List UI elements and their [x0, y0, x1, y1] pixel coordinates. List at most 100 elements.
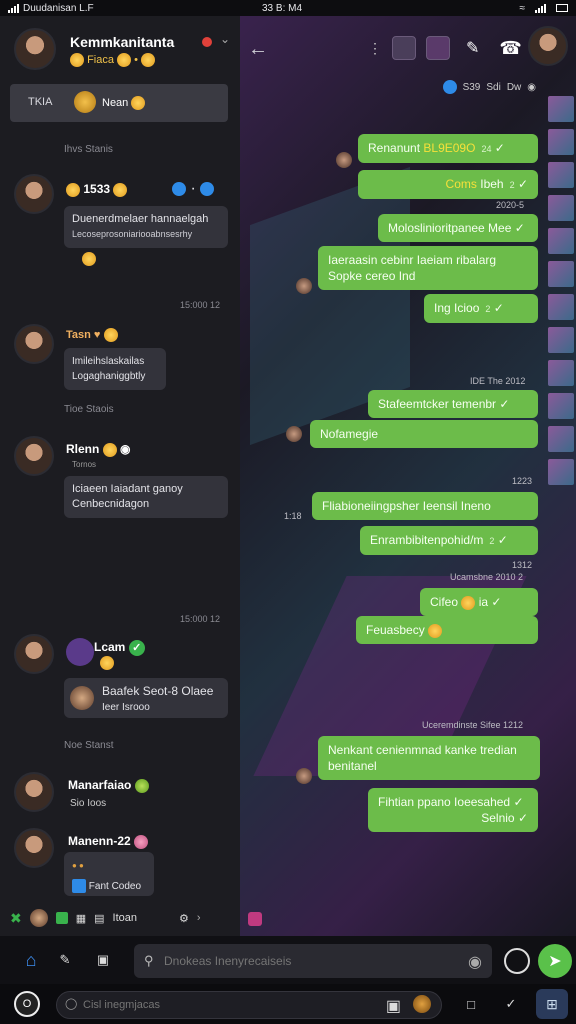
- profile-title: Kemmkanitanta: [70, 34, 175, 50]
- chat-preview: Duenerdmelaer hannaelgah Lecoseprosoniar…: [64, 206, 228, 248]
- chat-list-item[interactable]: Lcam ✓ Baafek Seot-8 Olaee Ieer Isrooo: [0, 634, 240, 734]
- conversation-panel: ← ⋮ ✎ ☎ S39 Sdi Dw ◉ Renanunt BL9E09O 24…: [240, 16, 576, 936]
- camera-icon[interactable]: ▣: [92, 949, 114, 971]
- cell-signal-icon: [535, 3, 546, 13]
- sender-avatar: [286, 426, 302, 442]
- badge-icon: [442, 80, 457, 94]
- message-input-box[interactable]: ⚲ ◉: [134, 944, 492, 978]
- wifi-icon: ≈: [519, 2, 526, 14]
- chat-preview: ● ● Fant Codeo: [64, 852, 154, 896]
- message-bubble[interactable]: Feuasbecy: [356, 616, 538, 644]
- send-icon[interactable]: ➤: [538, 944, 572, 978]
- preview-avatar: [70, 686, 94, 710]
- attach-icon[interactable]: ✎: [466, 38, 479, 58]
- chat-list-item[interactable]: Tasn ♥ Imileihslaskailas Logaghaniggbtly: [0, 322, 240, 412]
- media-thumbnail[interactable]: [548, 459, 574, 485]
- chevron-down-icon[interactable]: ⌄: [220, 32, 230, 46]
- chat-list-item[interactable]: Manarfaiao Sio Ioos: [0, 772, 240, 822]
- gallery-icon[interactable]: [426, 36, 450, 60]
- chat-list-footer: ✖ ▦ ▤ Itoan ⚙ ›: [10, 906, 235, 930]
- chat-preview: Sio Ioos: [70, 798, 107, 809]
- message-bubble[interactable]: Renanunt BL9E09O 24 ✓: [358, 134, 538, 163]
- profile-avatar[interactable]: [14, 28, 56, 70]
- media-thumbnail[interactable]: [548, 228, 574, 254]
- emoji-icon: [113, 182, 128, 197]
- chat-avatar: [14, 772, 54, 812]
- message-bubble[interactable]: Moloslinioritpanee Mee ✓: [378, 214, 538, 242]
- chat-meta: Tornos: [72, 460, 97, 469]
- home-icon[interactable]: ⌂: [20, 949, 42, 971]
- verified-icon: [200, 181, 215, 196]
- message-bubble[interactable]: Coms Ibeh 2 ✓: [358, 170, 538, 199]
- chat-list-item[interactable]: Rlenn ◉ Tornos Iciaeen Iaiadant ganoy Ce…: [0, 436, 240, 546]
- document-icon[interactable]: □: [460, 993, 482, 1015]
- media-thumbnail[interactable]: [548, 360, 574, 386]
- signal-icon: [8, 3, 19, 13]
- record-icon[interactable]: O: [14, 991, 40, 1017]
- more-vertical-icon[interactable]: ⋮: [368, 40, 382, 57]
- media-thumbnail[interactable]: [548, 393, 574, 419]
- clock: 33 B: M4: [262, 2, 303, 14]
- message-bubble[interactable]: Enrambibitenpohid/m 2 ✓: [360, 526, 538, 555]
- settings-icon[interactable]: ⚙: [179, 912, 189, 925]
- secondary-input-box[interactable]: ◯ ▣: [56, 991, 442, 1019]
- chat-avatar: [14, 174, 54, 214]
- contact-avatar[interactable]: [528, 26, 568, 66]
- chat-name: Manenn-22: [68, 834, 149, 849]
- mini-avatar[interactable]: [29, 909, 48, 927]
- secondary-input[interactable]: [83, 992, 383, 1018]
- date-separator: Tioe Staois: [64, 404, 114, 415]
- verified-icon: [172, 181, 186, 196]
- message-date: 2020-5: [496, 200, 525, 210]
- media-thumbnail[interactable]: [548, 426, 574, 452]
- message-bubble[interactable]: Stafeemtcker temenbr ✓: [368, 390, 538, 418]
- status-icon: [55, 912, 68, 924]
- footer-label: Itoan: [112, 912, 138, 924]
- emoji-icon: [428, 623, 443, 638]
- media-thumbnail[interactable]: [548, 327, 574, 353]
- message-bubble[interactable]: Nofamegie: [310, 420, 538, 448]
- group-avatar: [66, 638, 94, 666]
- image-icon[interactable]: ▣: [386, 996, 401, 1016]
- mic-icon[interactable]: ◉: [468, 952, 482, 972]
- chat-timestamp: 15:000 12: [180, 614, 221, 624]
- message-bubble[interactable]: Fihtian ppano Ioeesahed ✓ Selnio ✓: [368, 788, 538, 832]
- message-bubble[interactable]: Fliabioneiingpsher Ieensil Ineno: [312, 492, 538, 520]
- pen-icon[interactable]: ✎: [54, 949, 76, 971]
- sticker-icon[interactable]: [413, 995, 431, 1013]
- grid-icon[interactable]: ⊞: [536, 989, 568, 1019]
- profile-subtitle: Fiaca •: [70, 53, 155, 67]
- media-thumbnail[interactable]: [548, 96, 574, 122]
- message-bubble[interactable]: Nenkant cenienmnad kanke tredian benitan…: [318, 736, 540, 780]
- chat-list-item[interactable]: 1533 · Duenerdmelaer hannaelgah Lecosepr…: [0, 174, 240, 274]
- notification-dot-icon: [202, 37, 212, 47]
- chat-list-panel: Kemmkanitanta Fiaca • ⌄ TKIA Nean Ihvs S…: [0, 16, 240, 936]
- list-icon[interactable]: ▤: [94, 912, 104, 925]
- message-input[interactable]: [164, 944, 464, 978]
- media-thumbnail[interactable]: [548, 195, 574, 221]
- media-thumbnail[interactable]: [548, 294, 574, 320]
- file-icon: [72, 879, 86, 894]
- media-thumbnail[interactable]: [548, 162, 574, 188]
- more-icon[interactable]: ›: [197, 912, 201, 924]
- search-row[interactable]: TKIA Nean: [10, 84, 228, 122]
- date-separator: Ihvs Stanis: [64, 144, 113, 155]
- message-bubble[interactable]: Iaeraasin cebinr Iaeiam ribalarg Sopke c…: [318, 246, 538, 290]
- message-bubble[interactable]: Ing Icioo 2 ✓: [424, 294, 538, 323]
- sticker-icon[interactable]: [248, 912, 262, 926]
- message-bubble[interactable]: Cifeo ia ✓: [420, 588, 538, 616]
- media-thumbnail[interactable]: [548, 129, 574, 155]
- chat-list-item[interactable]: Manenn-22 ● ● Fant Codeo: [0, 828, 240, 898]
- search-icon: ⚲: [144, 953, 154, 968]
- emoji-icon: [134, 778, 149, 793]
- grid-icon[interactable]: ▦: [76, 912, 86, 925]
- check-icon[interactable]: ✓: [500, 993, 522, 1015]
- emoji-picker-icon[interactable]: [504, 948, 530, 974]
- game-icon[interactable]: ✖: [10, 910, 22, 927]
- phone-icon[interactable]: ☎: [499, 38, 521, 59]
- chat-preview: Baafek Seot-8 Olaee Ieer Isrooo: [64, 678, 228, 718]
- media-thumbnail[interactable]: [548, 261, 574, 287]
- sticker-icon[interactable]: [392, 36, 416, 60]
- back-arrow-icon[interactable]: ←: [248, 38, 268, 61]
- chat-avatar: [14, 436, 54, 476]
